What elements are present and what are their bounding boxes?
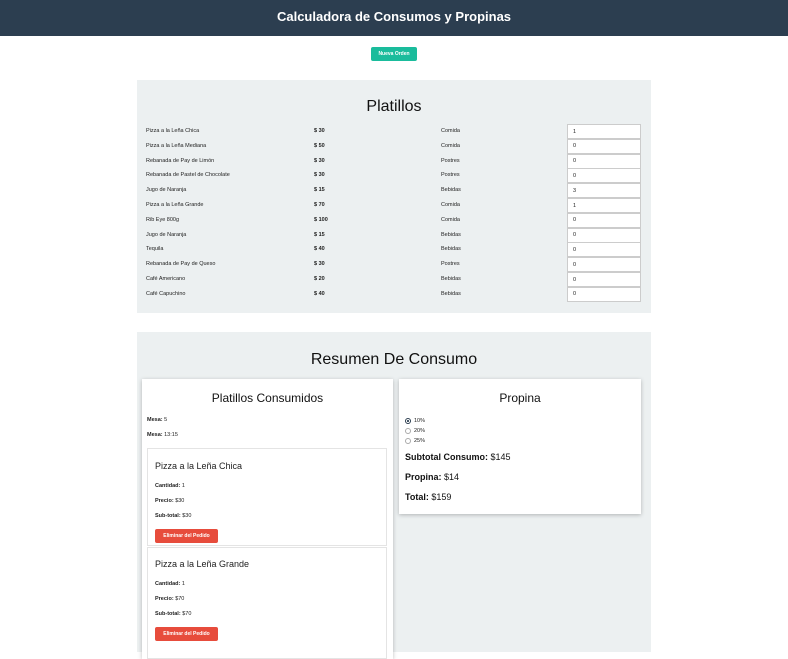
dish-category: Postres [441, 261, 460, 268]
dish-name: Pizza a la Leña Grande [146, 202, 204, 208]
dishes-panel: Platillos Pizza a la Leña Chica $ 30 Comid… [137, 80, 651, 313]
dish-category: Bebidas [441, 187, 461, 194]
dish-category: Comida [441, 128, 460, 134]
dish-name: Rebanada de Pay de Limón [146, 157, 215, 164]
consumed-item-price: Precio: $70 [155, 596, 185, 602]
dish-name: Pizza a la Leña Chica [146, 128, 200, 134]
dish-price: $ 20 [314, 276, 325, 282]
consumed-item-name: Pizza a la Leña Chica [155, 461, 243, 471]
dish-category: Postres [441, 157, 460, 164]
dish-price: $ 30 [314, 157, 325, 164]
consumed-item: Pizza a la Leña Chica Cantidad: 1 Precio… [147, 448, 387, 546]
dish-category: Comida [441, 142, 460, 149]
dish-quantity-input[interactable] [567, 212, 641, 228]
dish-price: $ 40 [314, 246, 325, 253]
dish-category: Bebidas [441, 290, 461, 297]
dish-price: $ 15 [314, 187, 325, 194]
dish-price: $ 15 [314, 231, 325, 238]
consumed-item-qty: Cantidad: 1 [155, 581, 185, 587]
dish-quantity-input[interactable] [567, 286, 641, 302]
dish-name: Jugo de Naranja [146, 187, 187, 194]
dish-quantity-input[interactable] [567, 198, 641, 213]
dish-row: Pizza a la Leña Mediana $ 50 Comida [137, 138, 651, 154]
dish-quantity-input[interactable] [567, 183, 641, 199]
dish-name: Rebanada de Pastel de Chocolate [146, 172, 230, 179]
consumed-title: Platillos Consumidos [211, 391, 324, 405]
radio-icon[interactable] [405, 428, 411, 434]
dish-name: Rebanada de Pay de Queso [146, 261, 216, 268]
dish-quantity-input[interactable] [567, 153, 641, 169]
dish-name: Jugo de Naranja [146, 231, 187, 238]
consumed-item-price: Precio: $30 [155, 498, 185, 504]
dish-price: $ 30 [314, 172, 325, 179]
dish-row: Pizza a la Leña Grande $ 70 Comida [137, 198, 651, 213]
dish-category: Bebidas [441, 246, 461, 253]
dish-quantity-input[interactable] [567, 124, 641, 139]
dish-category: Bebidas [441, 231, 461, 238]
dish-name: Tequila [146, 246, 164, 253]
dish-quantity-input[interactable] [567, 168, 641, 184]
dish-row: Jugo de Naranja $ 15 Bebidas [137, 227, 651, 243]
consumed-item-subtotal: Sub-total: $30 [155, 513, 192, 519]
dish-price: $ 30 [314, 261, 325, 268]
dish-name: Café Americano [146, 276, 186, 282]
dish-quantity-input[interactable] [567, 138, 641, 154]
dish-row: Rebanada de Pay de Queso $ 30 Postres [137, 257, 651, 273]
radio-icon[interactable] [405, 438, 411, 444]
summary-panel: Resumen De Consumo Platillos Consumidos … [137, 332, 651, 659]
consumed-item: Pizza a la Leña Grande Cantidad: 1 Preci… [147, 547, 387, 659]
new-order-button[interactable]: Nueva Orden [371, 47, 417, 61]
dish-row: Rebanada de Pastel de Chocolate $ 30 Postr… [137, 168, 651, 184]
dish-price: $ 70 [314, 202, 325, 208]
order-time: Mesa: 13:15 [147, 432, 178, 438]
dish-row: Rebanada de Pay de Limón $ 30 Postres [137, 153, 651, 169]
dish-name: Café Capuchino [146, 290, 186, 297]
dish-row: Jugo de Naranja $ 15 Bebidas [137, 183, 651, 199]
dish-price: $ 100 [314, 216, 328, 223]
dish-row: Café Capuchino $ 40 Bebidas [137, 286, 651, 302]
total-line: Total: $159 [405, 492, 452, 502]
dish-price: $ 50 [314, 142, 325, 149]
summary-title: Resumen De Consumo [310, 351, 478, 368]
dish-quantity-input[interactable] [567, 242, 641, 258]
consumed-card: Platillos Consumidos Mesa: 5 Mesa: 13:15… [142, 379, 393, 659]
dish-price: $ 30 [314, 128, 325, 134]
dish-row: Pizza a la Leña Chica $ 30 Comida [137, 124, 651, 139]
dish-price: $ 40 [314, 290, 325, 297]
dish-category: Comida [441, 202, 460, 208]
tip-amount-line: Propina: $14 [405, 472, 460, 482]
consumed-item-qty: Cantidad: 1 [155, 483, 185, 489]
dish-name: Pizza a la Leña Mediana [146, 142, 207, 149]
tip-card: Propina 10% 20% 25% Subtotal Consumo: $1… [399, 379, 641, 514]
dish-category: Comida [441, 216, 460, 223]
dishes-title: Platillos [366, 98, 422, 115]
dish-category: Postres [441, 172, 460, 179]
dish-quantity-input[interactable] [567, 257, 641, 273]
table-number: Mesa: 5 [147, 417, 168, 423]
tip-title: Propina [499, 391, 541, 405]
consumed-item-subtotal: Sub-total: $70 [155, 611, 192, 617]
remove-item-button[interactable]: Eliminar del Pedido [155, 529, 218, 543]
app-title: Calculadora de Consumos y Propinas [276, 9, 512, 24]
consumed-item-name: Pizza a la Leña Grande [155, 559, 250, 569]
dish-name: Rib Eye 800g [146, 216, 180, 223]
dish-quantity-input[interactable] [567, 272, 641, 287]
subtotal-line: Subtotal Consumo: $145 [405, 452, 511, 462]
dish-row: Rib Eye 800g $ 100 Comida [137, 212, 651, 228]
app-header: Calculadora de Consumos y Propinas [0, 0, 788, 36]
dish-row: Tequila $ 40 Bebidas [137, 242, 651, 258]
dish-quantity-input[interactable] [567, 227, 641, 243]
dish-row: Café Americano $ 20 Bebidas [137, 272, 651, 287]
radio-icon[interactable] [405, 418, 411, 424]
dish-category: Bebidas [441, 276, 461, 282]
remove-item-button[interactable]: Eliminar del Pedido [155, 627, 218, 641]
